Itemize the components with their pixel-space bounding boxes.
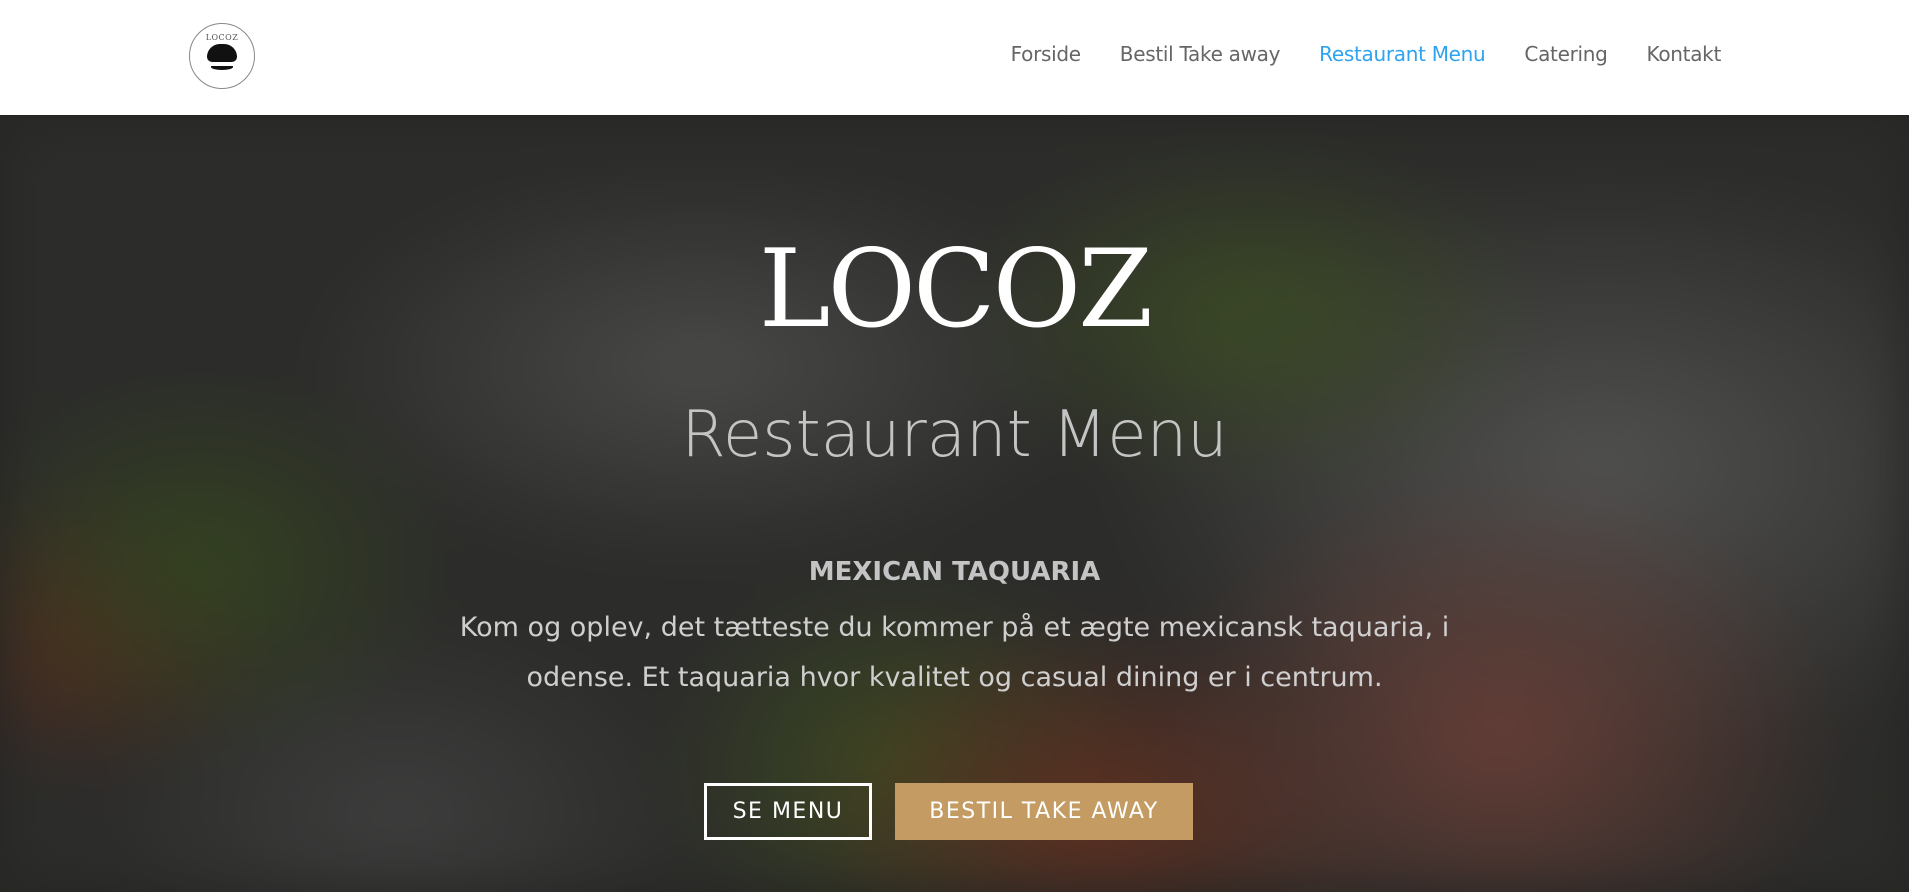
site-header: LOCOZ Forside Bestil Take away Restauran… [0,0,1909,115]
nav-bestil-take-away[interactable]: Bestil Take away [1120,42,1281,66]
nav-kontakt[interactable]: Kontakt [1647,42,1722,66]
bestil-take-away-button[interactable]: BESTIL TAKE AWAY [895,783,1193,840]
hero-section: LOCOZ Restaurant Menu MEXICAN TAQUARIA K… [0,115,1909,892]
logo-text: LOCOZ [205,33,239,42]
logo[interactable]: LOCOZ [189,23,255,89]
nav-restaurant-menu[interactable]: Restaurant Menu [1319,42,1486,66]
sombrero-icon [207,44,237,62]
hero-subtitle: Restaurant Menu [681,398,1228,472]
hero-tagline: MEXICAN TAQUARIA [808,557,1101,587]
hero-title: LOCOZ [758,227,1153,352]
main-nav: Forside Bestil Take away Restaurant Menu… [1011,42,1722,66]
mustache-icon [211,64,233,70]
nav-catering[interactable]: Catering [1524,42,1607,66]
se-menu-button[interactable]: SE MENU [704,783,872,840]
hero-description: Kom og oplev, det tætteste du kommer på … [459,612,1450,693]
nav-forside[interactable]: Forside [1011,42,1081,66]
